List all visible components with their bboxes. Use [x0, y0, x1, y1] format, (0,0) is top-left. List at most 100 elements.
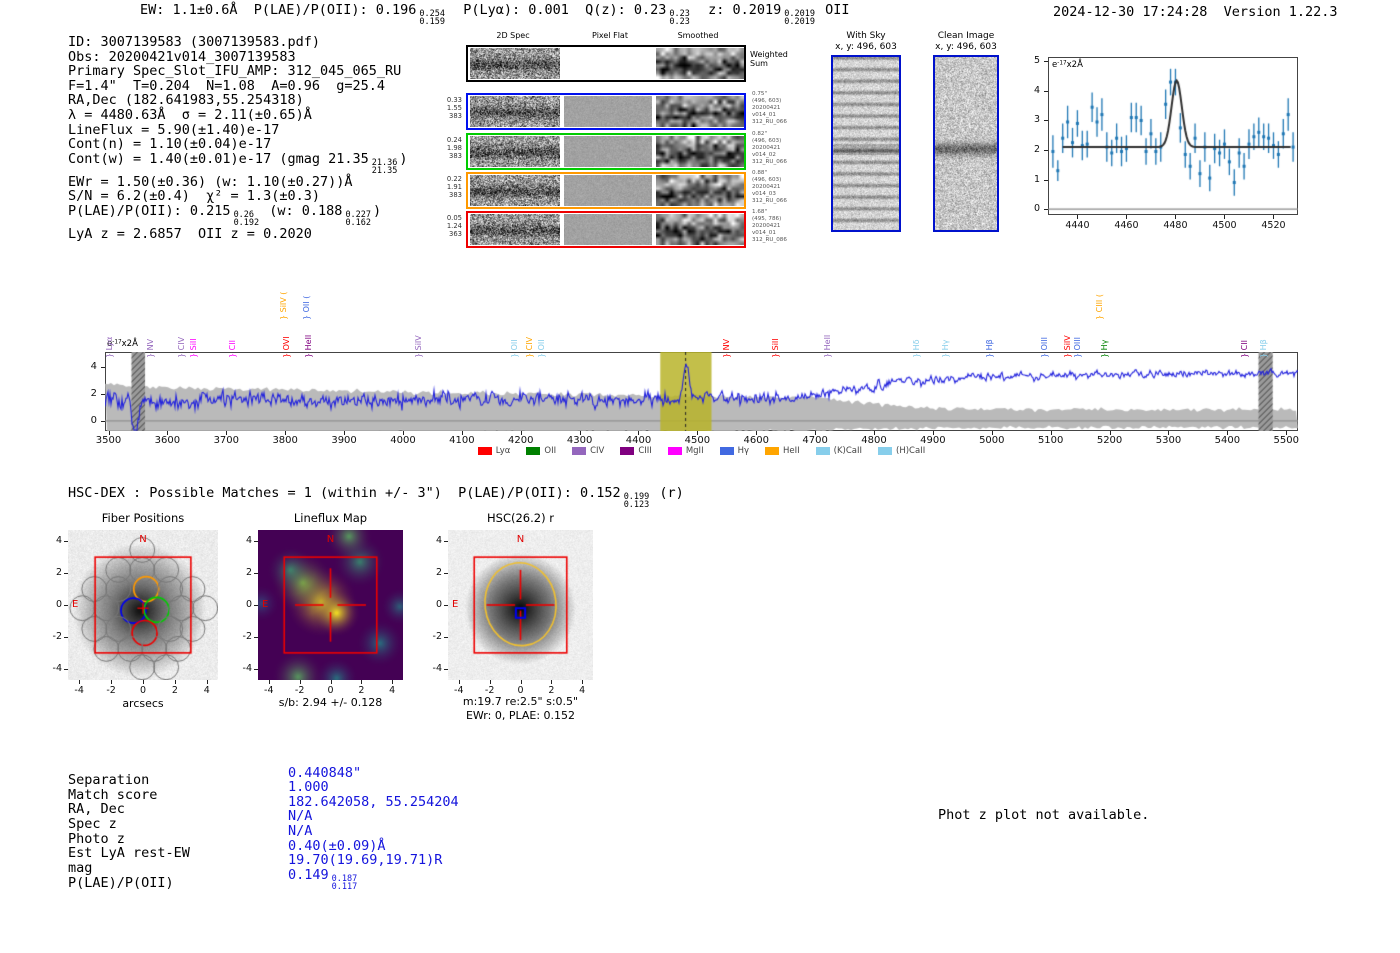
x-tick [268, 680, 270, 684]
line-marker-label: } OII ( [302, 295, 312, 320]
weight-value: 1.98 [446, 144, 462, 153]
info-line: LineFlux = 5.90(±1.40)e-17 [68, 122, 407, 138]
x-tick [1077, 215, 1079, 219]
pixel-flat-strip [564, 214, 652, 245]
weighted-sum-line: Weighted [750, 50, 788, 59]
spec2d-row-annotation: 1.68" (495, 786) 20200421 v014_01 312_RU_086 [752, 209, 812, 244]
line-marker-label: } Hβ [1258, 339, 1268, 358]
spec2d-row-annotation: 0.88" (496, 603) 20200421 v014_03 312_RU_066 [752, 170, 812, 205]
detection-info-block: ID: 3007139583 (3007139583.pdf) Obs: 2020… [68, 35, 407, 242]
info-line: Cont(n) = 1.10(±0.04)e-17 [68, 137, 407, 152]
info-line: F=1.4" T=0.204 N=1.08 A=0.96 g=25.4 [68, 78, 407, 94]
x-tick-label: -4 [264, 685, 274, 696]
with-sky-image [833, 57, 899, 230]
lineflux-map-canvas [258, 530, 403, 680]
spec2d-row [466, 211, 746, 248]
text-segment: (r) [651, 485, 684, 501]
line-marker-label: } SiIV [1062, 335, 1072, 358]
legend-label: HeII [783, 446, 800, 456]
spec2d-column-title: Pixel Flat [592, 31, 628, 40]
spec2d-noise-strip [470, 175, 560, 206]
text-segment: Cont(n) = 1.10(±0.04)e-17 [68, 136, 272, 153]
text-segment: P(LAE)/P(OII): 0.215 [68, 202, 231, 219]
annotation-line: 0.88" [752, 170, 768, 176]
x-tick [111, 680, 113, 684]
info-line: LyA z = 2.6857 OII z = 0.2020 [68, 227, 407, 242]
y-tick-label: 4 [245, 535, 252, 547]
legend-item: HeII [765, 446, 800, 456]
match-table-value: 0.440848" [288, 765, 361, 781]
line-marker-label: } NV [721, 338, 731, 358]
pixel-flat-strip [564, 96, 652, 127]
y-tick [101, 366, 105, 368]
text-segment: N/A [288, 823, 313, 840]
with-sky-panel [831, 55, 901, 232]
y-tick [1044, 179, 1048, 181]
legend-label: OII [544, 446, 557, 456]
y-tick-label: -4 [52, 662, 62, 674]
x-tick-label: 4300 [566, 435, 593, 446]
y-tick-label: 4 [90, 360, 97, 372]
text-segment: 0.149 [288, 867, 329, 884]
stacked-value: 0.227 0.162 [345, 211, 371, 228]
east-label: E [452, 599, 459, 610]
x-tick-label: 2 [171, 685, 178, 696]
y-tick [444, 573, 448, 575]
match-table-label: RA, Dec [68, 801, 125, 818]
x-tick-label: 4900 [920, 435, 946, 446]
x-tick-label: -2 [106, 685, 116, 696]
y-tick [1044, 61, 1048, 63]
info-line: ID: 3007139583 (3007139583.pdf) [68, 35, 407, 50]
panel-caption: s/b: 2.94 +/- 0.128 [278, 696, 383, 709]
text-segment: 182.642058, 55.254204 [288, 793, 459, 810]
y-tick [64, 541, 68, 543]
annotation-line: 20200421 [752, 104, 781, 111]
y-axis-unit-label: e-17x2Å [1052, 60, 1083, 70]
panel-title: Fiber Positions [101, 511, 185, 525]
x-tick-label: 0 [139, 685, 147, 696]
legend-swatch [878, 447, 893, 455]
weight-value: 383 [449, 152, 462, 161]
annotation-line: 20200421 [752, 144, 781, 151]
text-segment: ID: 3007139583 (3007139583.pdf) [68, 34, 320, 50]
y-tick [64, 573, 68, 575]
y-tick [1044, 90, 1048, 92]
annotation-line: 0.75" [752, 91, 768, 97]
x-tick-label: 0 [327, 685, 334, 696]
spec2d-row-annotation: 0.82" (496, 603) 20200421 v014_02 312_RU_066 [752, 131, 812, 166]
y-tick-label: 0 [435, 599, 442, 610]
x-tick [582, 680, 584, 684]
match-table-label: Spec z [68, 815, 117, 832]
weight-value: 383 [449, 191, 462, 200]
line-marker-label: } OVI [282, 336, 292, 358]
y-tick [254, 573, 258, 575]
x-tick-label: 4600 [743, 435, 769, 446]
y-tick [1044, 209, 1048, 211]
text-segment: λ = 4480.63Å σ = 2.11(±0.65)Å [68, 106, 312, 123]
smoothed-strip [656, 136, 744, 167]
line-marker-label: } NV [146, 338, 156, 358]
line-marker-label: } SiIV ( [279, 291, 289, 320]
text-segment: (w: 0.188 [261, 202, 343, 219]
x-tick-label: 2 [358, 685, 365, 696]
spec2d-noise-strip [470, 96, 560, 127]
x-tick-label: 3900 [331, 435, 357, 446]
y-tick-label: 4 [435, 535, 442, 547]
spec2d-row [466, 133, 746, 170]
x-tick [458, 680, 460, 684]
x-tick [299, 680, 301, 684]
text-segment: Cont(w) = 1.40(±0.01)e-17 (gmag 21.35 [68, 150, 369, 167]
header-datetime-version: 2024-12-30 17:24:28 Version 1.22.3 [1053, 4, 1338, 20]
x-tick [174, 680, 176, 684]
legend-label: Hγ [737, 446, 749, 456]
match-table-value: 1.000 [288, 780, 329, 795]
text-segment: ) [399, 150, 408, 167]
legend-swatch [620, 447, 635, 455]
match-table-value: 182.642058, 55.254204 [288, 793, 459, 810]
info-line: RA,Dec (182.641983,55.254318) [68, 93, 407, 108]
cutout-title: With Sky [846, 31, 886, 41]
x-tick-label: 3600 [154, 435, 181, 446]
weight-value: 383 [449, 112, 462, 121]
hsc-match-header: HSC-DEX : Possible Matches = 1 (within +… [68, 485, 684, 510]
annotation-line: v014_01 [752, 111, 776, 118]
